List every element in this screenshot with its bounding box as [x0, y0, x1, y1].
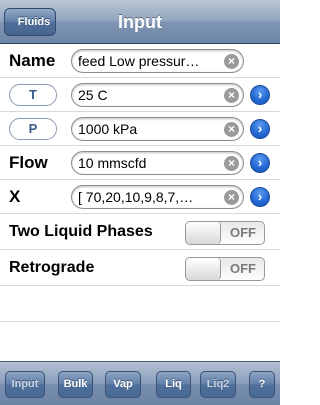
tab-liq2[interactable]: Liq2	[200, 371, 236, 398]
composition-value: [ 70,20,10,9,8,7,…	[78, 189, 194, 205]
tab-vap[interactable]: Vap	[105, 371, 141, 398]
clear-icon[interactable]: ×	[224, 54, 239, 69]
flow-label: Flow	[9, 153, 48, 172]
clear-icon[interactable]: ×	[224, 122, 239, 137]
disclosure-icon[interactable]: ›	[250, 85, 270, 105]
retrograde-label: Retrograde	[9, 259, 95, 276]
input-form: Name feed Low pressur… × T 25 C × › P 10…	[0, 44, 280, 322]
temperature-unit-button[interactable]: T	[9, 84, 57, 106]
temperature-field[interactable]: 25 C ×	[71, 83, 244, 107]
empty-row	[0, 286, 280, 322]
flow-field[interactable]: 10 mmscfd ×	[71, 151, 244, 175]
toggle-knob[interactable]	[186, 222, 221, 244]
name-row: Name feed Low pressur… ×	[0, 44, 280, 78]
pressure-value: 1000 kPa	[78, 121, 138, 137]
help-button[interactable]: ?	[249, 371, 275, 398]
temperature-row: T 25 C × ›	[0, 78, 280, 112]
pressure-row: P 1000 kPa × ›	[0, 112, 280, 146]
two-liquid-phases-label: Two Liquid Phases	[9, 223, 153, 240]
two-liquid-phases-row: Two Liquid Phases OFF	[0, 214, 280, 250]
toggle-state: OFF	[230, 225, 256, 240]
toggle-state: OFF	[230, 261, 256, 276]
toggle-knob[interactable]	[186, 258, 221, 280]
composition-field[interactable]: [ 70,20,10,9,8,7,… ×	[71, 185, 244, 209]
flow-row: Flow 10 mmscfd × ›	[0, 146, 280, 180]
tab-bulk[interactable]: Bulk	[58, 371, 93, 398]
back-button-label: Fluids	[17, 16, 51, 28]
composition-row: X [ 70,20,10,9,8,7,… × ›	[0, 180, 280, 214]
retrograde-toggle[interactable]: OFF	[185, 257, 265, 281]
disclosure-icon[interactable]: ›	[250, 119, 270, 139]
name-value: feed Low pressur…	[78, 53, 200, 69]
disclosure-icon[interactable]: ›	[250, 153, 270, 173]
retrograde-row: Retrograde OFF	[0, 250, 280, 286]
flow-value: 10 mmscfd	[78, 155, 147, 171]
tab-input[interactable]: Input	[5, 371, 45, 398]
two-liquid-phases-toggle[interactable]: OFF	[185, 221, 265, 245]
clear-icon[interactable]: ×	[224, 88, 239, 103]
pressure-field[interactable]: 1000 kPa ×	[71, 117, 244, 141]
composition-label: X	[9, 187, 21, 206]
clear-icon[interactable]: ×	[224, 190, 239, 205]
navigation-bar: Fluids Input	[0, 0, 280, 44]
name-field[interactable]: feed Low pressur… ×	[71, 49, 244, 73]
temperature-value: 25 C	[78, 87, 108, 103]
bottom-toolbar: Input Bulk Vap Liq Liq2 ?	[0, 361, 280, 405]
tab-liq[interactable]: Liq	[156, 371, 191, 398]
pressure-unit-button[interactable]: P	[9, 118, 57, 140]
clear-icon[interactable]: ×	[224, 156, 239, 171]
disclosure-icon[interactable]: ›	[250, 187, 270, 207]
name-label: Name	[9, 51, 56, 70]
